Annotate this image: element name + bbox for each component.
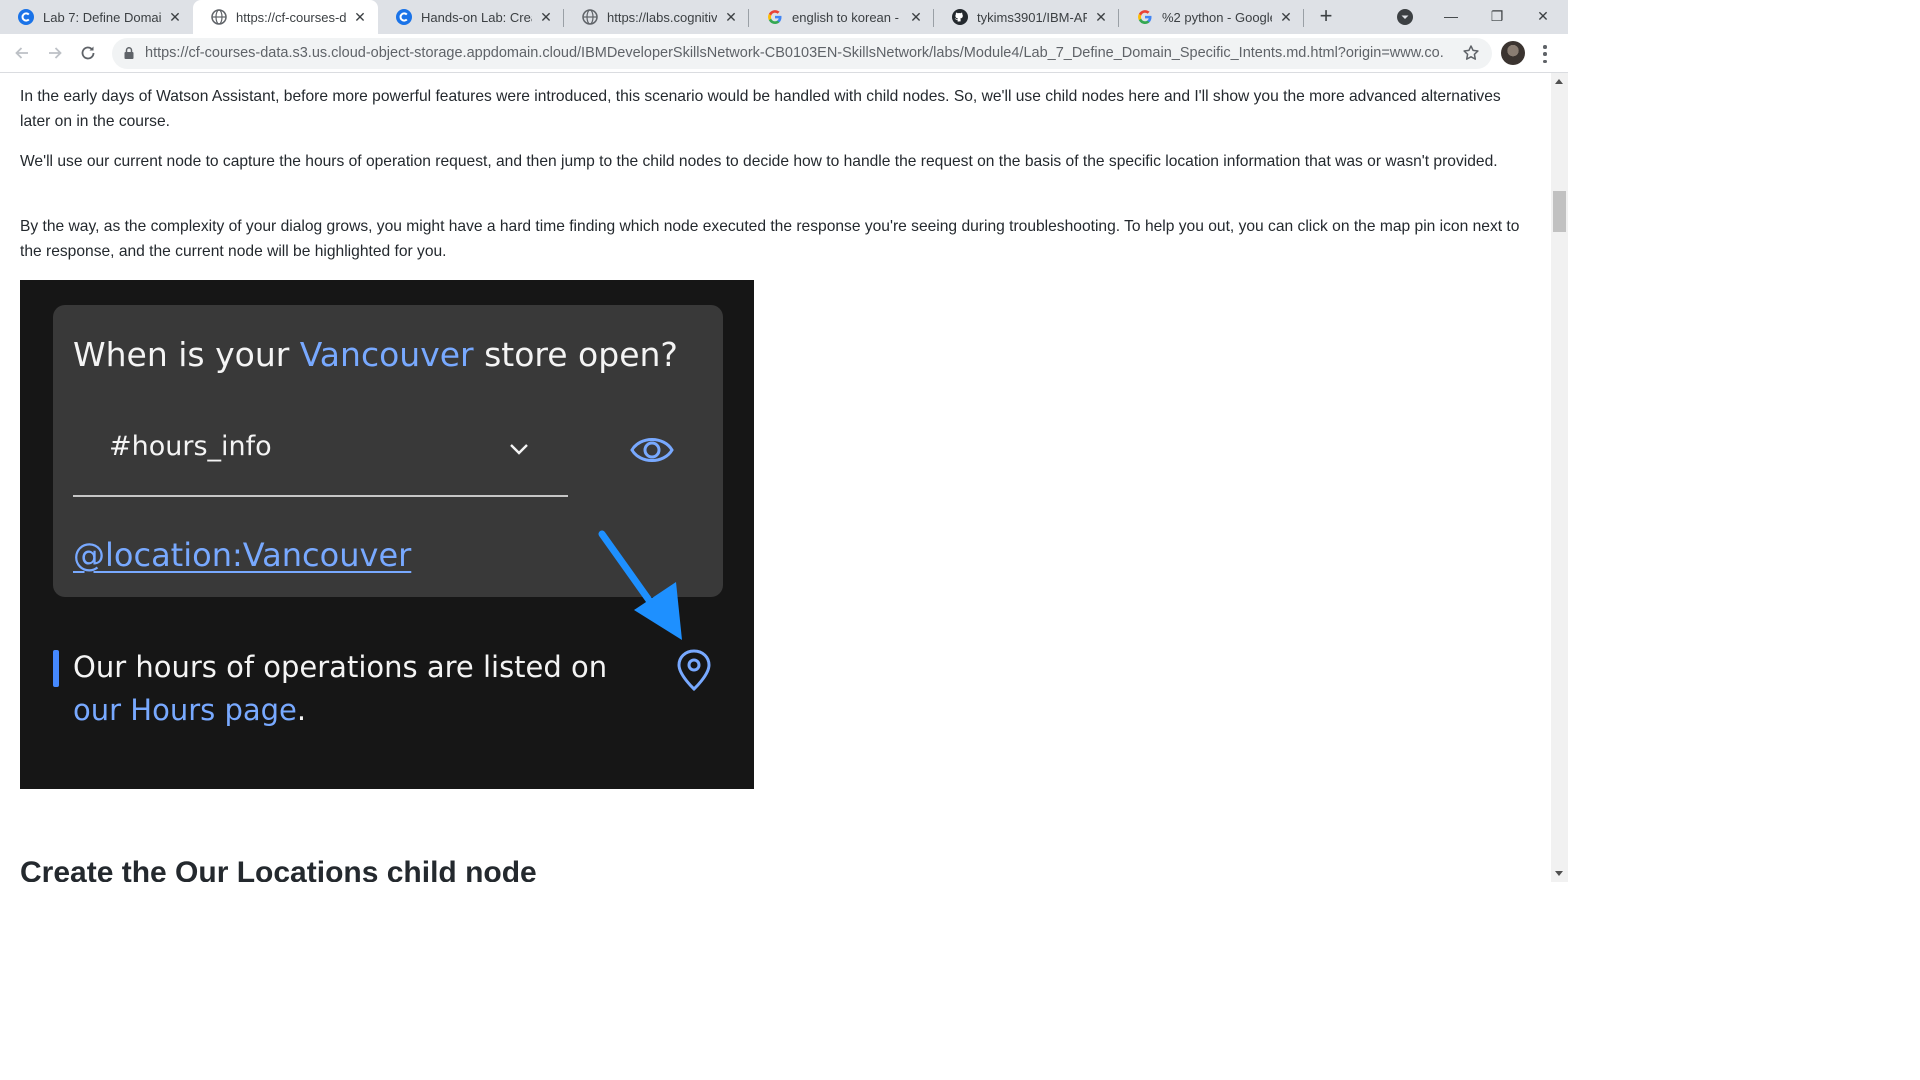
tab-search-icon[interactable] (1396, 8, 1414, 26)
reload-icon (81, 46, 95, 60)
cognitive-class-icon (396, 9, 412, 25)
tab-labs-cognitive[interactable]: https://labs.cognitive ✕ (564, 0, 749, 34)
close-icon[interactable]: ✕ (538, 9, 554, 25)
question-location: Vancouver (299, 335, 474, 374)
scroll-up-icon[interactable] (1555, 79, 1563, 84)
tab-title: https://labs.cognitive (607, 9, 717, 25)
github-icon (952, 9, 968, 25)
page-scrollbar[interactable] (1551, 73, 1568, 882)
paragraph: We'll use our current node to capture th… (20, 153, 1498, 170)
chevron-down-icon (510, 444, 528, 455)
tab-title: Lab 7: Define Domain (43, 9, 161, 25)
cognitive-class-icon (18, 9, 34, 25)
tab-github[interactable]: tykims3901/IBM-APP ✕ (934, 0, 1119, 34)
more-menu-icon[interactable] (1538, 43, 1552, 65)
tab-divider (1303, 9, 1304, 27)
avatar[interactable] (1501, 41, 1525, 65)
close-window-button[interactable]: ✕ (1520, 4, 1566, 28)
tab-strip: Lab 7: Define Domain ✕ https://cf-course… (0, 0, 1568, 34)
close-icon[interactable]: ✕ (723, 9, 739, 25)
close-icon[interactable]: ✕ (167, 9, 183, 25)
question-suffix: store open? (473, 335, 678, 374)
response-prefix: Our hours of operations are listed on (73, 650, 608, 684)
tab-title: tykims3901/IBM-APP (977, 9, 1087, 25)
close-icon[interactable]: ✕ (352, 9, 368, 25)
address-bar[interactable]: https://cf-courses-data.s3.us.cloud-obje… (112, 38, 1492, 69)
user-question: When is your Vancouver store open? (73, 335, 678, 374)
map-pin-icon (677, 649, 711, 692)
page-content: In the early days of Watson Assistant, b… (0, 73, 1551, 882)
intent-label: #hours_info (109, 431, 272, 462)
response-suffix: . (296, 693, 307, 727)
arrow-right-icon (49, 47, 62, 59)
close-icon[interactable]: ✕ (908, 9, 924, 25)
annotation-arrow-icon (598, 530, 682, 640)
new-tab-button[interactable]: + (1314, 5, 1338, 29)
tab-title: Hands-on Lab: Creati (421, 9, 532, 25)
forward-button[interactable] (43, 41, 67, 65)
tab-hands-on-lab[interactable]: Hands-on Lab: Creati ✕ (378, 0, 564, 34)
url-text[interactable]: https://cf-courses-data.s3.us.cloud-obje… (145, 45, 1445, 61)
tab-cf-courses[interactable]: https://cf-courses-da ✕ (193, 0, 378, 34)
section-heading: Create the Our Locations child node (20, 856, 537, 882)
paragraph: By the way, as the complexity of your di… (20, 218, 1520, 260)
tab-title: https://cf-courses-da (236, 9, 346, 25)
entity-label: @location:Vancouver (73, 536, 412, 574)
reload-button[interactable] (76, 41, 100, 65)
google-icon (767, 9, 783, 25)
response-link: our Hours page (73, 693, 297, 727)
tab-title: %2 python - Google (1162, 9, 1272, 25)
google-icon (1137, 9, 1153, 25)
eye-icon (630, 438, 674, 462)
scrollbar-thumb[interactable] (1553, 191, 1566, 232)
back-button[interactable] (10, 41, 34, 65)
tab-title: english to korean - G (792, 9, 902, 25)
tab-google-translate[interactable]: english to korean - G ✕ (749, 0, 934, 34)
bot-response: Our hours of operations are listed on ou… (73, 646, 633, 732)
globe-icon (211, 9, 227, 25)
watson-screenshot-figure: When is your Vancouver store open? #hour… (20, 280, 754, 789)
question-prefix: When is your (73, 335, 300, 374)
tab-lab7[interactable]: Lab 7: Define Domain ✕ (0, 0, 193, 34)
globe-icon (582, 9, 598, 25)
tab-google-search[interactable]: %2 python - Google ✕ (1119, 0, 1304, 34)
minimize-button[interactable]: — (1428, 4, 1474, 28)
close-icon[interactable]: ✕ (1093, 9, 1109, 25)
paragraph: In the early days of Watson Assistant, b… (20, 88, 1501, 130)
restore-button[interactable]: ❐ (1474, 4, 1520, 28)
intent-underline (73, 495, 568, 497)
lock-icon[interactable] (122, 46, 136, 60)
response-indicator-bar (53, 650, 59, 687)
arrow-left-icon (15, 47, 28, 59)
browser-toolbar: https://cf-courses-data.s3.us.cloud-obje… (0, 34, 1568, 73)
scroll-down-icon[interactable] (1555, 871, 1563, 876)
close-icon[interactable]: ✕ (1278, 9, 1294, 25)
star-icon[interactable] (1462, 44, 1480, 62)
